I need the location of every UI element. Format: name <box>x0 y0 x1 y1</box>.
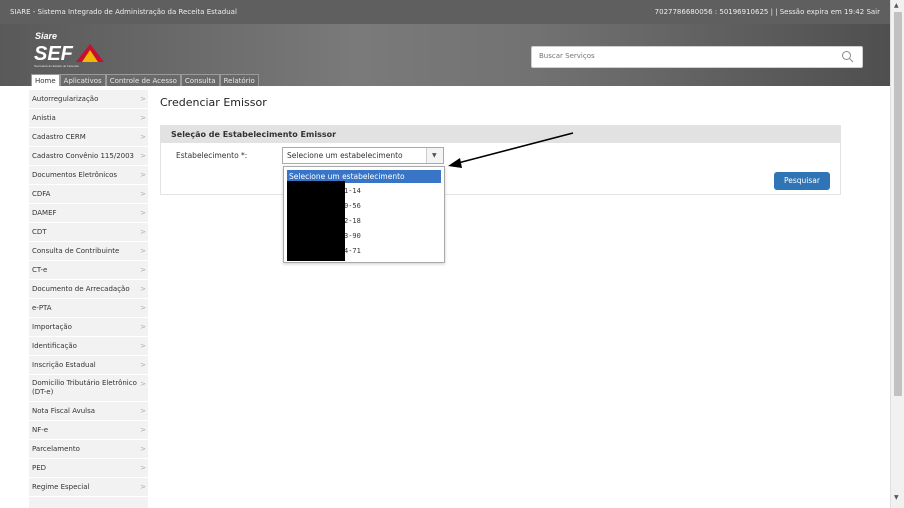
scroll-thumb[interactable] <box>894 12 902 396</box>
scroll-up-icon[interactable]: ▲ <box>894 2 899 9</box>
scroll-down-icon[interactable]: ▼ <box>894 494 899 501</box>
page-scrollbar[interactable]: ▲ ▼ <box>890 0 904 508</box>
annotation-arrow <box>448 132 574 168</box>
